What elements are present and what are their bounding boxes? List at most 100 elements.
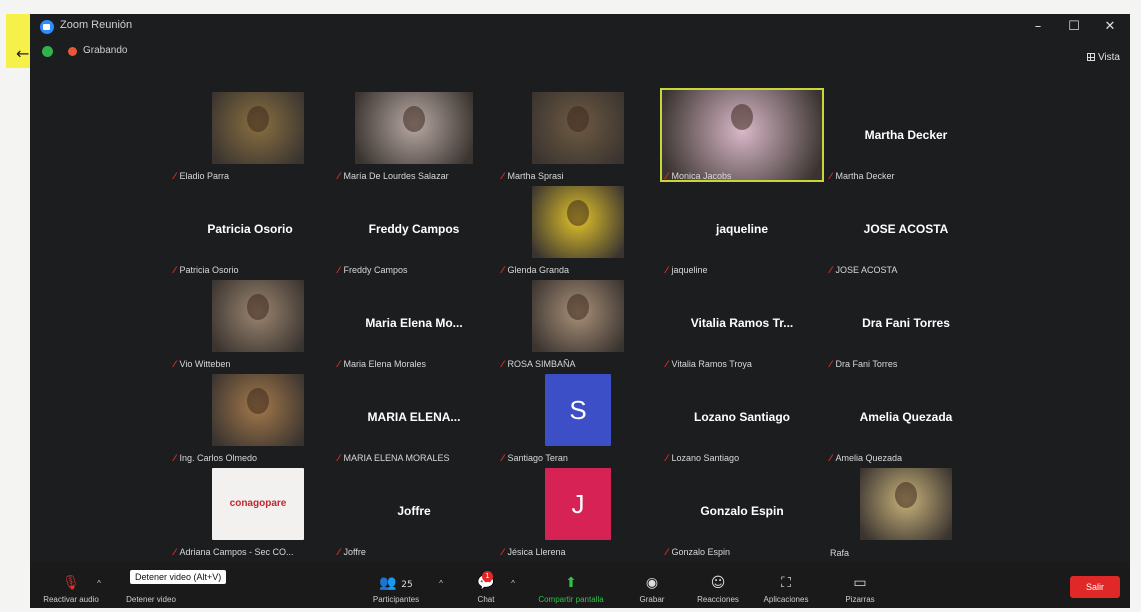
participant-name-label: ⁄ Joffre — [338, 547, 366, 558]
participant-tile[interactable]: Amelia Quezada ⁄ Amelia Quezada — [824, 370, 988, 464]
participant-tile[interactable]: Rafa — [824, 464, 988, 558]
participant-name: Rafa — [830, 548, 850, 558]
participant-display-name: Martha Decker — [864, 128, 948, 142]
muted-mic-icon: ⁄ — [830, 172, 832, 182]
participant-name: Glenda Granda — [507, 265, 570, 275]
participant-video: conagopare — [212, 468, 304, 540]
participant-name-label: ⁄ Vitalia Ramos Troya — [666, 359, 752, 370]
view-button[interactable]: Vista — [1086, 52, 1120, 63]
participant-display-name: Vitalia Ramos Tr... — [690, 316, 794, 330]
back-arrow-icon[interactable]: ← — [16, 44, 29, 63]
participant-name-label: ⁄ Amelia Quezada — [830, 453, 902, 464]
security-shield-icon[interactable] — [42, 46, 53, 57]
audio-options-chevron-icon[interactable]: ^ — [92, 579, 106, 588]
participant-name-label: ⁄ Martha Sprasi — [502, 171, 564, 182]
muted-mic-icon: ⁄ — [502, 360, 504, 370]
muted-mic-icon: ⁄ — [174, 172, 176, 182]
recording-label: Grabando — [83, 45, 128, 56]
participant-name: Vitalia Ramos Troya — [671, 359, 752, 369]
whiteboards-label: Pizarras — [845, 595, 875, 604]
video-camera-icon — [114, 575, 188, 591]
stop-video-button[interactable]: Detener video — [114, 575, 188, 604]
participant-name: Maria Elena Morales — [343, 359, 427, 369]
participant-video — [212, 280, 304, 352]
muted-mic-icon: ⁄ — [502, 266, 504, 276]
participant-tile[interactable]: S ⁄ Santiago Teran — [496, 370, 660, 464]
share-screen-button[interactable]: ⬆ Compartir pantalla — [528, 575, 614, 604]
record-button[interactable]: ◉ Grabar — [630, 575, 674, 604]
participant-tile[interactable]: ⁄ ROSA SIMBAÑA — [496, 276, 660, 370]
participant-name: Jésica Llerena — [507, 547, 566, 557]
participant-tile[interactable]: Gonzalo Espin ⁄ Gonzalo Espin — [660, 464, 824, 558]
apps-icon: ⛶ — [781, 575, 791, 591]
participant-video — [212, 374, 304, 446]
participant-tile[interactable]: ⁄ Eladio Parra — [168, 88, 332, 182]
participant-tile[interactable]: MARIA ELENA... ⁄ MARIA ELENA MORALES — [332, 370, 496, 464]
participant-tile[interactable]: JOSE ACOSTA ⁄ JOSE ACOSTA — [824, 182, 988, 276]
participant-name-label: ⁄ Martha Decker — [830, 171, 895, 182]
participant-name-label: Rafa — [830, 548, 849, 558]
window-title: Zoom Reunión — [60, 19, 133, 31]
participants-count: 25 — [401, 580, 413, 590]
participants-label: Participantes — [372, 595, 420, 604]
participant-tile[interactable]: Maria Elena Mo... ⁄ Maria Elena Morales — [332, 276, 496, 370]
participants-chevron-icon[interactable]: ^ — [434, 579, 448, 588]
muted-mic-icon: ⁄ — [666, 548, 668, 558]
person-silhouette-icon — [247, 294, 269, 320]
participants-button[interactable]: 👥 25 Participantes — [360, 575, 432, 604]
participant-tile[interactable]: ⁄ María De Lourdes Salazar — [332, 88, 496, 182]
participant-tile[interactable]: Vitalia Ramos Tr... ⁄ Vitalia Ramos Troya — [660, 276, 824, 370]
participant-tile[interactable]: Dra Fani Torres ⁄ Dra Fani Torres — [824, 276, 988, 370]
whiteboards-button[interactable]: ▭ Pizarras — [830, 575, 890, 604]
participant-video — [662, 90, 822, 180]
participant-tile[interactable]: ⁄ Monica Jacobs — [660, 88, 824, 182]
participant-tile[interactable]: jaqueline ⁄ jaqueline — [660, 182, 824, 276]
participant-tile[interactable]: Patricia Osorio ⁄ Patricia Osorio — [168, 182, 332, 276]
muted-mic-icon: ⁄ — [174, 266, 176, 276]
muted-mic-icon: ⁄ — [666, 360, 668, 370]
leave-meeting-button[interactable]: Salir — [1070, 576, 1120, 598]
chat-button[interactable]: 💬 1 Chat — [466, 571, 506, 604]
participant-name-label: ⁄ Vio Witteben — [174, 359, 230, 370]
participant-name: Santiago Teran — [507, 453, 568, 463]
meeting-toolbar: 🎙 Reactivar audio ^ Detener video (Alt+V… — [30, 562, 1130, 608]
participant-video — [355, 92, 473, 164]
reactions-label: Reacciones — [697, 595, 739, 604]
participant-video — [532, 280, 624, 352]
muted-mic-icon: ⁄ — [830, 360, 832, 370]
participant-tile[interactable]: Martha Decker ⁄ Martha Decker — [824, 88, 988, 182]
participant-tile[interactable]: ⁄ Martha Sprasi — [496, 88, 660, 182]
minimize-icon[interactable]: – — [1022, 16, 1054, 38]
participant-tile[interactable]: conagopare ⁄ Adriana Campos - Sec CO... — [168, 464, 332, 558]
person-silhouette-icon — [895, 482, 917, 508]
participant-avatar: J — [545, 468, 611, 540]
participant-tile[interactable]: J ⁄ Jésica Llerena — [496, 464, 660, 558]
chat-chevron-icon[interactable]: ^ — [506, 579, 520, 588]
person-silhouette-icon — [731, 104, 753, 130]
participant-display-name: Joffre — [397, 504, 431, 518]
participant-display-name: MARIA ELENA... — [367, 410, 461, 424]
reactions-button[interactable]: ☺ Reacciones — [688, 575, 748, 604]
participant-tile[interactable]: Lozano Santiago ⁄ Lozano Santiago — [660, 370, 824, 464]
participant-name: Gonzalo Espin — [671, 547, 731, 557]
reactions-icon: ☺ — [710, 575, 726, 591]
participant-name-label: ⁄ Santiago Teran — [502, 453, 568, 464]
muted-mic-icon: ⁄ — [338, 548, 340, 558]
participant-name-label: ⁄ JOSE ACOSTA — [830, 265, 897, 276]
participant-tile[interactable]: Freddy Campos ⁄ Freddy Campos — [332, 182, 496, 276]
close-icon[interactable]: ✕ — [1094, 16, 1126, 38]
participant-display-name: JOSE ACOSTA — [863, 222, 949, 236]
participant-tile[interactable]: Joffre ⁄ Joffre — [332, 464, 496, 558]
participant-tile[interactable]: ⁄ Vio Witteben — [168, 276, 332, 370]
maximize-icon[interactable]: ☐ — [1058, 16, 1090, 38]
muted-mic-icon: ⁄ — [666, 172, 668, 182]
participant-name: Dra Fani Torres — [835, 359, 898, 369]
record-label: Grabar — [639, 595, 665, 604]
participant-tile[interactable]: ⁄ Glenda Granda — [496, 182, 660, 276]
grid-view-icon — [1086, 53, 1095, 61]
person-silhouette-icon — [567, 106, 589, 132]
audio-label: Reactivar audio — [43, 595, 99, 604]
participant-tile[interactable]: ⁄ Ing. Carlos Olmedo — [168, 370, 332, 464]
apps-button[interactable]: ⛶ Aplicaciones — [754, 575, 818, 604]
recording-dot-icon — [68, 47, 77, 56]
